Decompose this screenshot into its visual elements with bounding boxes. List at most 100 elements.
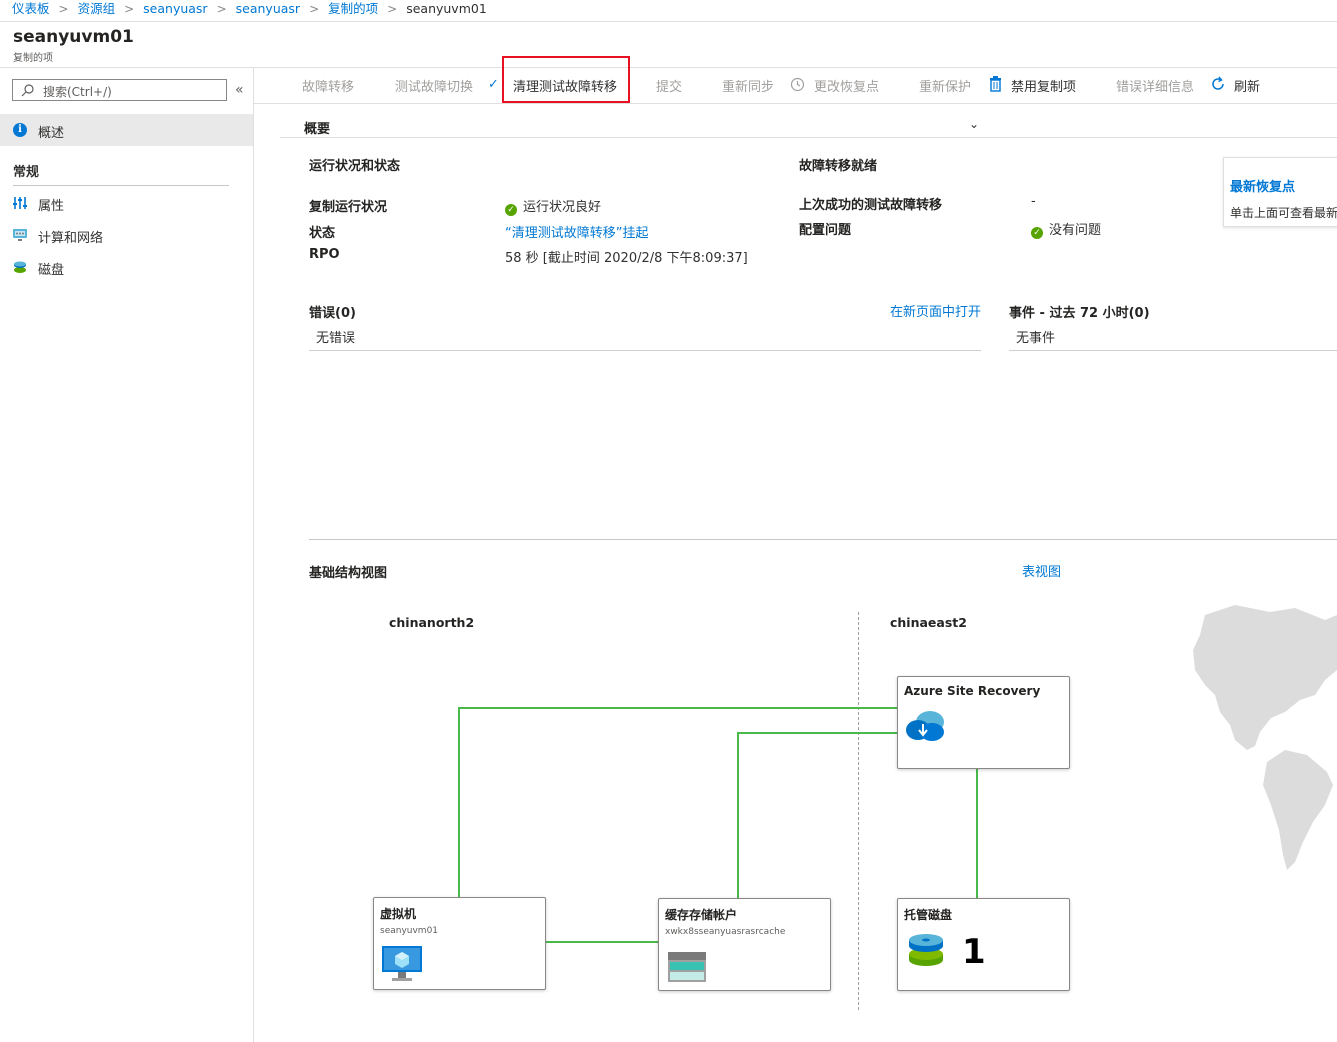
last-test-failover-label: 上次成功的测试故障转移 <box>799 198 943 213</box>
virtual-machine-icon <box>382 946 422 981</box>
table-view-link[interactable]: 表视图 <box>1022 561 1061 580</box>
sidebar-item-properties[interactable]: 属性 <box>0 188 253 218</box>
rpo-value: 58 秒 [截止时间 2020/2/8 下午8:09:37] <box>505 251 748 266</box>
config-issues-value: ✓ 没有问题 <box>1031 219 1101 239</box>
chevron-right-icon: > <box>309 2 320 16</box>
failover-button[interactable]: 故障转移 <box>302 76 354 95</box>
cache-storage-title: 缓存存储帐户 <box>665 908 738 922</box>
collapse-sidebar-icon[interactable]: « <box>235 82 244 98</box>
managed-disk-title: 托管磁盘 <box>904 908 953 922</box>
chevron-down-icon[interactable]: ⌄ <box>969 117 979 131</box>
disable-replication-button[interactable]: 禁用复制项 <box>1011 76 1076 95</box>
source-region-label: chinanorth2 <box>389 615 475 630</box>
vm-name: seanyuvm01 <box>380 926 439 936</box>
change-recovery-point-button[interactable]: 更改恢复点 <box>814 76 879 95</box>
connection-line <box>545 941 659 943</box>
replication-health-text: 运行状况良好 <box>523 200 602 215</box>
infra-title: 基础结构视图 <box>309 566 388 581</box>
breadcrumb-current: seanyuvm01 <box>406 1 487 16</box>
sidebar-item-label: 计算和网络 <box>38 231 104 246</box>
checkmark-icon: ✓ <box>488 77 499 92</box>
essentials-label: 概要 <box>304 122 331 137</box>
replication-health-value: ✓ 运行状况良好 <box>505 196 601 216</box>
no-events-text: 无事件 <box>1016 331 1056 346</box>
highlight-box <box>502 56 630 103</box>
connection-line <box>458 707 460 898</box>
refresh-button[interactable]: 刷新 <box>1234 76 1260 95</box>
sidebar-divider <box>253 68 254 1042</box>
events-title: 事件 - 过去 72 小时(0) <box>1009 306 1150 321</box>
region-separator <box>858 612 859 1010</box>
test-failover-button[interactable]: 测试故障切换 <box>395 76 473 95</box>
site-recovery-icon <box>906 711 944 741</box>
compute-network-icon <box>12 228 28 242</box>
config-issues-label: 配置问题 <box>799 223 852 238</box>
refresh-icon <box>1210 76 1226 96</box>
sidebar-item-label: 属性 <box>38 199 65 214</box>
breadcrumb: 仪表板 > 资源组 > seanyuasr > seanyuasr > 复制的项 > se… <box>12 0 487 18</box>
events-divider <box>1009 350 1337 351</box>
page-subtitle: 复制的项 <box>13 53 53 64</box>
search-input[interactable]: 搜索(Ctrl+/) <box>12 79 227 101</box>
managed-disk-icon <box>909 934 943 966</box>
toolbar-divider <box>254 103 1337 104</box>
breadcrumb-divider <box>0 21 1337 22</box>
managed-disk-node[interactable]: 托管磁盘 1 <box>897 898 1070 991</box>
open-in-new-page-link[interactable]: 在新页面中打开 <box>890 301 981 320</box>
errors-title: 错误(0) <box>309 306 356 321</box>
latest-recovery-point-card[interactable]: 最新恢复点 单击上面可查看最新 <box>1223 157 1337 227</box>
cache-storage-node[interactable]: 缓存存储帐户 xwkx8sseanyuasrasrcache <box>658 898 831 991</box>
asr-title: Azure Site Recovery <box>904 684 1041 698</box>
sidebar-item-disks[interactable]: 磁盘 <box>0 252 253 282</box>
page-title: seanyuvm01 <box>13 27 134 47</box>
commit-button[interactable]: 提交 <box>656 76 682 95</box>
status-label: 状态 <box>309 226 336 241</box>
config-issues-text: 没有问题 <box>1049 223 1102 238</box>
reprotect-button[interactable]: 重新保护 <box>919 76 971 95</box>
disk-icon <box>12 260 28 274</box>
target-region-label: chinaeast2 <box>890 615 967 630</box>
chevron-right-icon: > <box>387 2 398 16</box>
breadcrumb-dashboard[interactable]: 仪表板 <box>12 0 50 18</box>
section-divider <box>13 185 229 186</box>
header-divider <box>0 67 1337 68</box>
sidebar-item-label: 概述 <box>38 126 65 141</box>
asr-node[interactable]: Azure Site Recovery <box>897 676 1070 769</box>
managed-disk-count: 1 <box>962 932 986 972</box>
vm-node[interactable]: 虚拟机 seanyuvm01 <box>373 897 546 990</box>
sidebar-section-general: 常规 <box>13 165 40 180</box>
sidebar-item-overview[interactable]: i 概述 <box>0 114 253 146</box>
latest-recovery-point-title: 最新恢复点 <box>1230 180 1296 195</box>
trash-icon <box>989 76 1002 96</box>
connection-line <box>737 732 739 899</box>
world-map-image <box>1193 605 1337 870</box>
essentials-divider <box>280 137 1337 138</box>
error-details-button[interactable]: 错误详细信息 <box>1116 76 1194 95</box>
status-link[interactable]: “清理测试故障转移”挂起 <box>505 222 648 241</box>
sidebar-item-label: 磁盘 <box>38 263 65 278</box>
history-icon <box>790 77 805 96</box>
breadcrumb-vault[interactable]: seanyuasr <box>236 0 300 18</box>
chevron-right-icon: > <box>124 2 135 16</box>
breadcrumb-replicated-items[interactable]: 复制的项 <box>328 0 378 18</box>
breadcrumb-resource-groups[interactable]: 资源组 <box>78 0 116 18</box>
rpo-label: RPO <box>309 247 340 262</box>
checkmark-circle-icon: ✓ <box>505 204 517 216</box>
connection-line <box>458 707 898 709</box>
search-placeholder: 搜索(Ctrl+/) <box>43 85 112 99</box>
vm-title: 虚拟机 <box>380 907 417 921</box>
chevron-right-icon: > <box>216 2 227 16</box>
search-icon <box>21 84 34 101</box>
connection-line <box>976 767 978 899</box>
last-test-failover-value: - <box>1031 194 1036 209</box>
health-status-title: 运行状况和状态 <box>309 159 401 174</box>
latest-recovery-point-desc: 单击上面可查看最新 <box>1230 206 1337 220</box>
properties-icon <box>12 196 28 210</box>
sidebar-item-compute-network[interactable]: 计算和网络 <box>0 220 253 250</box>
cache-storage-name: xwkx8sseanyuasrasrcache <box>665 927 786 937</box>
breadcrumb-resource-group[interactable]: seanyuasr <box>143 0 207 18</box>
failover-readiness-title: 故障转移就绪 <box>799 159 878 174</box>
resync-button[interactable]: 重新同步 <box>722 76 774 95</box>
connection-line <box>737 732 898 734</box>
replication-health-label: 复制运行状况 <box>309 200 388 215</box>
